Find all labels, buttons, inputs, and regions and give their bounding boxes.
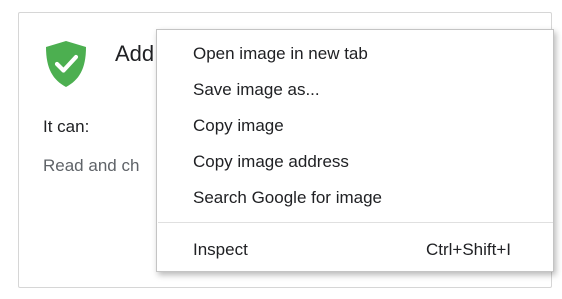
menu-item-copy-image-address[interactable]: Copy image address — [157, 145, 553, 179]
menu-item-open-image-new-tab[interactable]: Open image in new tab — [157, 37, 553, 71]
dialog-title: Add — [115, 41, 155, 66]
shield-check-icon — [46, 41, 86, 87]
menu-item-copy-image[interactable]: Copy image — [157, 109, 553, 143]
screen: Add It can: Read and ch Open image in ne… — [0, 0, 562, 299]
menu-item-label: Open image in new tab — [193, 44, 368, 63]
menu-item-inspect[interactable]: Inspect Ctrl+Shift+I — [157, 233, 553, 267]
permission-item: Read and ch — [43, 156, 140, 175]
menu-item-label: Save image as... — [193, 80, 320, 99]
menu-item-save-image-as[interactable]: Save image as... — [157, 73, 553, 107]
permissions-heading: It can: — [43, 117, 90, 136]
menu-item-shortcut: Ctrl+Shift+I — [425, 240, 511, 259]
menu-item-search-google-for-image[interactable]: Search Google for image — [157, 181, 553, 215]
context-menu: Open image in new tab Save image as... C… — [156, 29, 554, 272]
menu-separator — [158, 222, 553, 223]
menu-item-label: Copy image address — [193, 152, 349, 171]
menu-item-label: Search Google for image — [193, 188, 382, 207]
menu-item-label: Inspect — [193, 240, 248, 259]
menu-item-label: Copy image — [193, 116, 284, 135]
